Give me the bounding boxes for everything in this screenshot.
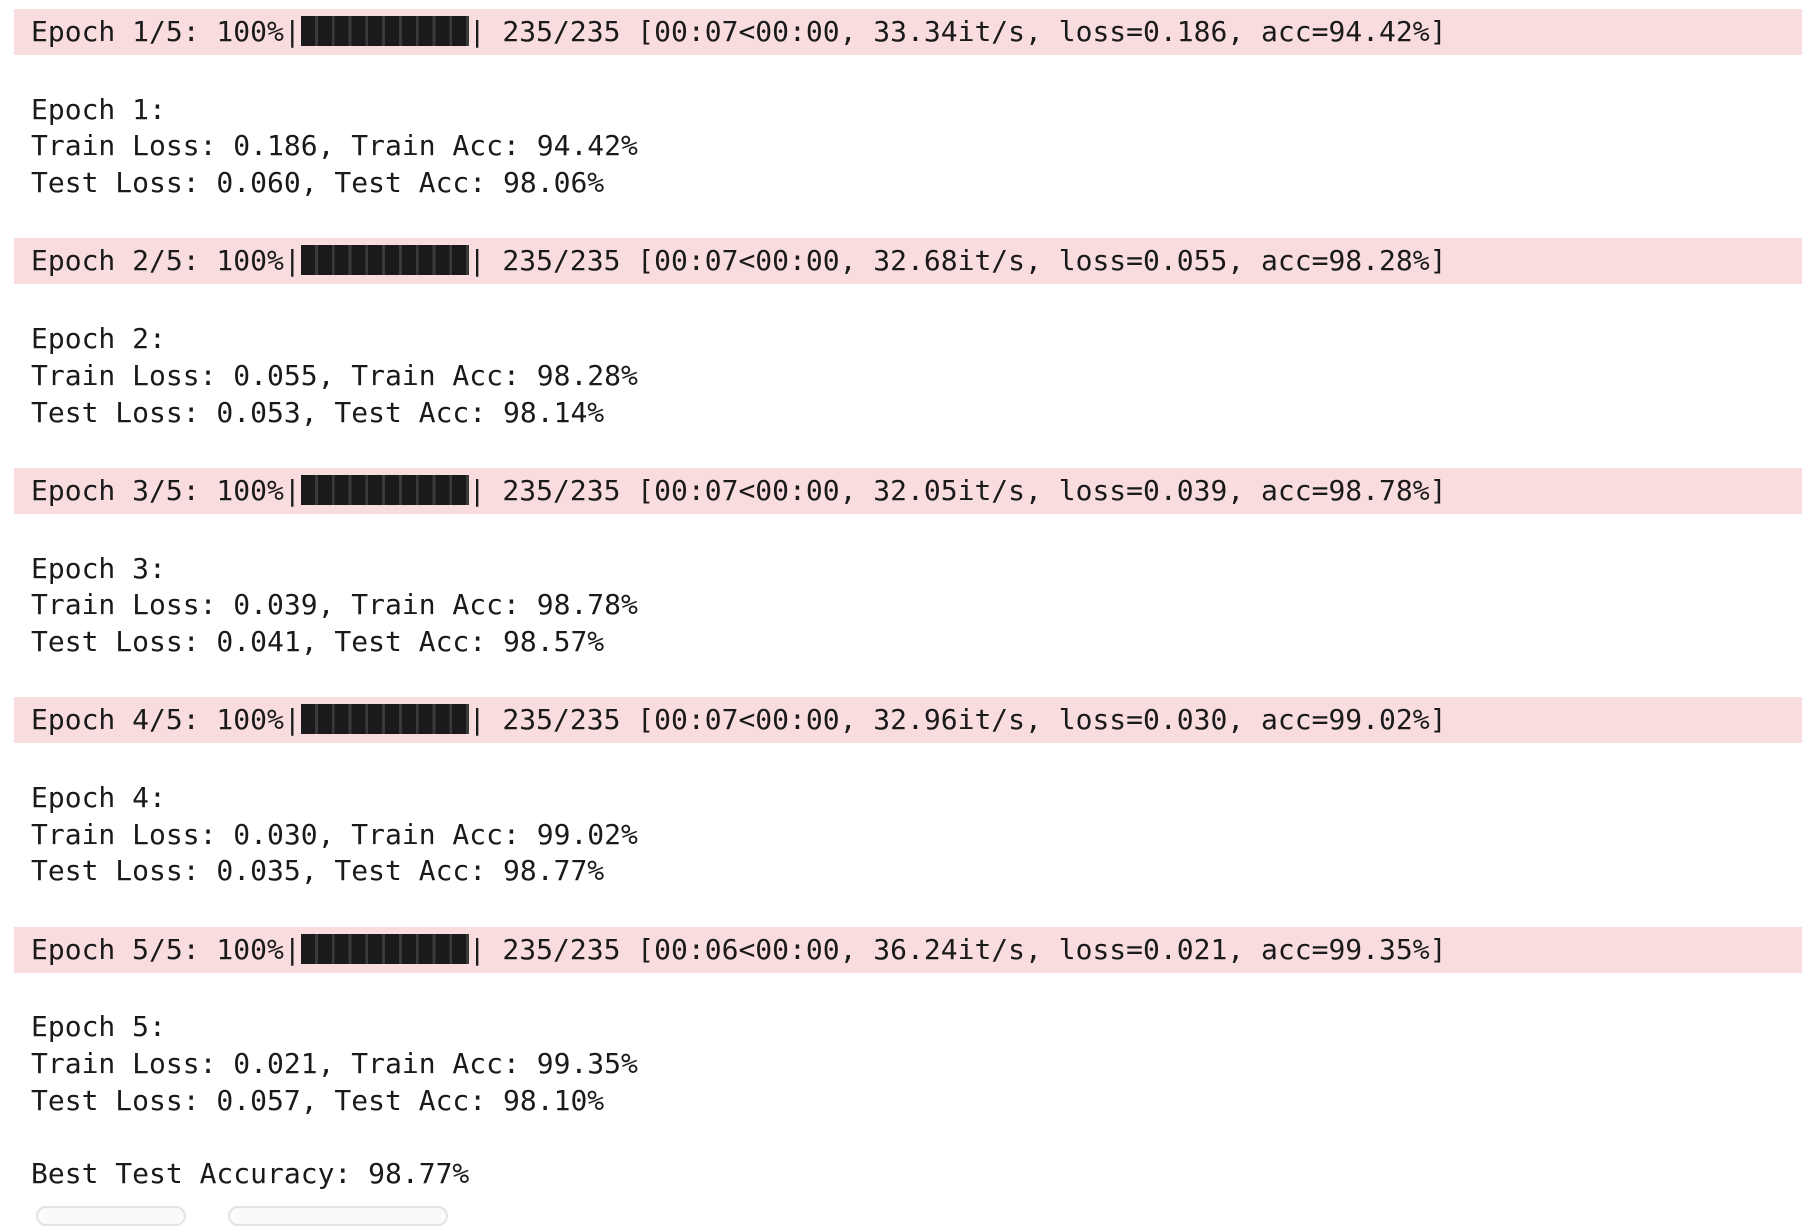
test-metrics: Test Loss: 0.053, Test Acc: 98.14% [31,395,605,429]
progress-suffix: | 235/235 [00:07<00:00, 32.05it/s, loss=… [468,473,1447,507]
progress-bar [300,474,469,505]
test-metrics: Test Loss: 0.035, Test Acc: 98.77% [31,854,605,888]
progress-suffix: | 235/235 [00:07<00:00, 33.34it/s, loss=… [468,15,1447,48]
epoch-header: Epoch 2: [31,322,166,356]
epoch-header: Epoch 3: [31,551,166,585]
progress-prefix: Epoch 2/5: 100%| [31,244,301,278]
test-metrics: Test Loss: 0.041, Test Acc: 98.57% [31,624,605,658]
progress-line-epoch-1: Epoch 1/5: 100%| | 235/235 [00:07<00:00, … [14,9,1802,55]
epoch-header: Epoch 4: [31,781,166,814]
progress-bar [300,16,469,46]
progress-bar [300,704,469,735]
cell-output: Epoch 1/5: 100%| | 235/235 [00:07<00:00, … [14,9,1802,1193]
progress-prefix: Epoch 3/5: 100%| [31,473,301,507]
progress-bar [300,245,469,276]
epoch-header: Epoch 1: [31,92,166,126]
progress-suffix: | 235/235 [00:06<00:00, 36.24it/s, loss=… [468,932,1447,966]
progress-prefix: Epoch 5/5: 100%| [31,932,301,966]
progress-prefix: Epoch 4/5: 100%| [31,703,301,737]
train-metrics: Train Loss: 0.021, Train Acc: 99.35% [31,1047,638,1081]
progress-bar [300,933,469,964]
progress-suffix: | 235/235 [00:07<00:00, 32.96it/s, loss=… [468,703,1447,737]
train-metrics: Train Loss: 0.030, Train Acc: 99.02% [31,817,638,851]
train-metrics: Train Loss: 0.055, Train Acc: 98.28% [31,358,638,392]
output-action-button[interactable] [36,1206,186,1226]
output-action-button[interactable] [228,1206,448,1226]
progress-suffix: | 235/235 [00:07<00:00, 32.68it/s, loss=… [468,244,1447,278]
best-test-accuracy: Best Test Accuracy: 98.77% [31,1157,470,1191]
progress-prefix: Epoch 1/5: 100%| [31,15,301,48]
test-metrics: Test Loss: 0.060, Test Acc: 98.06% [31,166,605,200]
train-metrics: Train Loss: 0.039, Train Acc: 98.78% [31,588,638,622]
progress-line-epoch-2: Epoch 2/5: 100%| | 235/235 [00:07<00:00, … [14,238,1802,285]
progress-line-epoch-3: Epoch 3/5: 100%| | 235/235 [00:07<00:00, … [14,467,1802,514]
train-metrics: Train Loss: 0.186, Train Acc: 94.42% [31,129,638,163]
progress-line-epoch-5: Epoch 5/5: 100%| | 235/235 [00:06<00:00, … [14,926,1802,973]
epoch-header: Epoch 5: [31,1010,166,1044]
test-metrics: Test Loss: 0.057, Test Acc: 98.10% [31,1083,605,1117]
progress-line-epoch-4: Epoch 4/5: 100%| | 235/235 [00:07<00:00, … [14,697,1802,744]
